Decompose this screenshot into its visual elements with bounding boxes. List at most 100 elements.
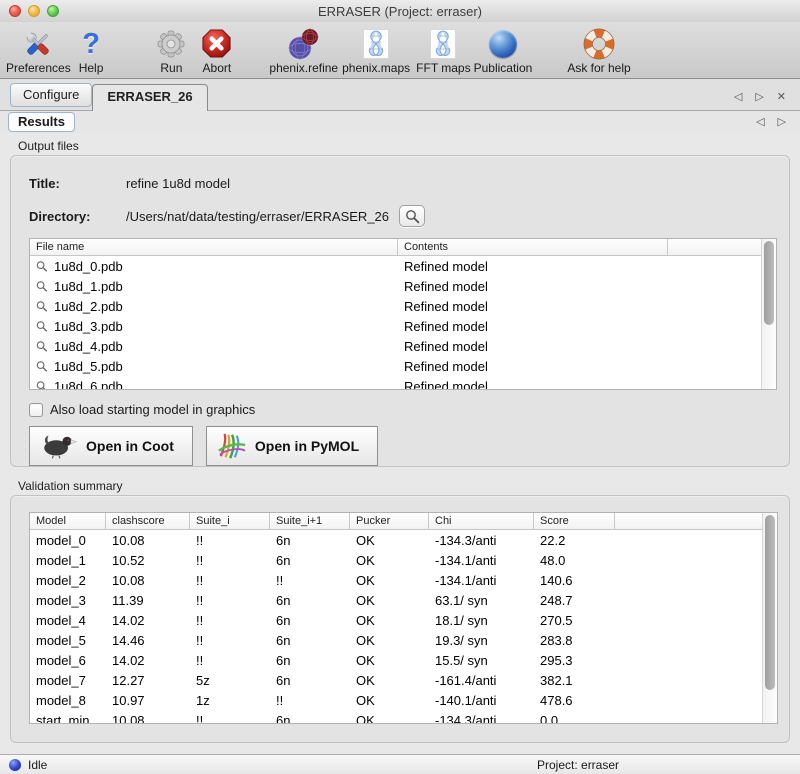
pucker-cell[interactable]: OK	[350, 573, 429, 588]
chi-cell[interactable]: -134.3/anti	[429, 713, 534, 725]
chi-cell[interactable]: -134.3/anti	[429, 533, 534, 548]
zoom-window-button[interactable]	[47, 5, 59, 17]
file-name-cell[interactable]: 1u8d_6.pdb	[30, 379, 398, 391]
suite-i1-cell[interactable]: 6n	[270, 593, 350, 608]
chi-cell[interactable]: -134.1/anti	[429, 553, 534, 568]
tab-results[interactable]: Results	[8, 112, 75, 132]
file-name-cell[interactable]: 1u8d_5.pdb	[30, 359, 398, 374]
pucker-cell[interactable]: OK	[350, 613, 429, 628]
chi-cell[interactable]: -161.4/anti	[429, 673, 534, 688]
clashscore-cell[interactable]: 14.02	[106, 613, 190, 628]
suite-i-cell[interactable]: 1z	[190, 693, 270, 708]
column-header-blank[interactable]	[668, 239, 776, 256]
score-cell[interactable]: 48.0	[534, 553, 615, 568]
column-header-suite-i[interactable]: Suite_i	[190, 513, 270, 530]
column-header-model[interactable]: Model	[30, 513, 106, 530]
clashscore-cell[interactable]: 10.08	[106, 713, 190, 725]
pucker-cell[interactable]: OK	[350, 713, 429, 725]
clashscore-cell[interactable]: 14.46	[106, 633, 190, 648]
score-cell[interactable]: 0.0	[534, 713, 615, 725]
suite-i-cell[interactable]: !!	[190, 553, 270, 568]
column-header-clashscore[interactable]: clashscore	[106, 513, 190, 530]
column-header-file-name[interactable]: File name	[30, 239, 398, 256]
chi-cell[interactable]: 15.5/ syn	[429, 653, 534, 668]
score-cell[interactable]: 270.5	[534, 613, 615, 628]
contents-cell[interactable]: Refined model	[398, 279, 668, 294]
clashscore-cell[interactable]: 10.97	[106, 693, 190, 708]
suite-i1-cell[interactable]: 6n	[270, 553, 350, 568]
model-cell[interactable]: model_5	[30, 633, 106, 648]
suite-i-cell[interactable]: !!	[190, 593, 270, 608]
column-header-blank[interactable]	[615, 513, 777, 530]
chi-cell[interactable]: -134.1/anti	[429, 573, 534, 588]
chi-cell[interactable]: 63.1/ syn	[429, 593, 534, 608]
suite-i-cell[interactable]: !!	[190, 713, 270, 725]
load-starting-model-checkbox[interactable]	[29, 403, 43, 417]
pucker-cell[interactable]: OK	[350, 673, 429, 688]
file-row[interactable]: 1u8d_0.pdbRefined model	[30, 256, 776, 276]
toolbar-button-ask-for-help[interactable]: Ask for help	[567, 27, 630, 75]
file-row[interactable]: 1u8d_5.pdbRefined model	[30, 356, 776, 376]
pucker-cell[interactable]: OK	[350, 553, 429, 568]
file-name-cell[interactable]: 1u8d_4.pdb	[30, 339, 398, 354]
score-cell[interactable]: 295.3	[534, 653, 615, 668]
validation-row[interactable]: model_311.39!!6nOK63.1/ syn248.7	[30, 590, 777, 610]
chi-cell[interactable]: 19.3/ syn	[429, 633, 534, 648]
toolbar-button-run[interactable]: Run	[155, 27, 187, 75]
tab-next-icon[interactable]: ▷	[755, 92, 763, 102]
column-header-contents[interactable]: Contents	[398, 239, 668, 256]
validation-row[interactable]: model_010.08!!6nOK-134.3/anti22.2	[30, 530, 777, 550]
suite-i1-cell[interactable]: 6n	[270, 613, 350, 628]
toolbar-button-abort[interactable]: Abort	[201, 27, 232, 75]
close-window-button[interactable]	[9, 5, 21, 17]
browse-directory-button[interactable]	[399, 205, 425, 227]
file-row[interactable]: 1u8d_6.pdbRefined model	[30, 376, 776, 390]
suite-i-cell[interactable]: 5z	[190, 673, 270, 688]
score-cell[interactable]: 382.1	[534, 673, 615, 688]
column-header-chi[interactable]: Chi	[429, 513, 534, 530]
model-cell[interactable]: model_3	[30, 593, 106, 608]
tab-configure[interactable]: Configure	[10, 83, 92, 107]
scrollbar-thumb[interactable]	[764, 241, 774, 325]
pucker-cell[interactable]: OK	[350, 693, 429, 708]
contents-cell[interactable]: Refined model	[398, 359, 668, 374]
validation-row[interactable]: model_414.02!!6nOK18.1/ syn270.5	[30, 610, 777, 630]
pucker-cell[interactable]: OK	[350, 593, 429, 608]
model-cell[interactable]: model_4	[30, 613, 106, 628]
column-header-suite-i1[interactable]: Suite_i+1	[270, 513, 350, 530]
suite-i-cell[interactable]: !!	[190, 533, 270, 548]
titlebar[interactable]: ERRASER (Project: erraser)	[0, 0, 800, 22]
file-row[interactable]: 1u8d_3.pdbRefined model	[30, 316, 776, 336]
pucker-cell[interactable]: OK	[350, 633, 429, 648]
clashscore-cell[interactable]: 14.02	[106, 653, 190, 668]
file-row[interactable]: 1u8d_1.pdbRefined model	[30, 276, 776, 296]
toolbar-button-phenix-refine[interactable]: phenix.refine	[269, 27, 338, 75]
score-cell[interactable]: 248.7	[534, 593, 615, 608]
score-cell[interactable]: 478.6	[534, 693, 615, 708]
subtab-next-icon[interactable]: ▷	[778, 117, 786, 127]
pucker-cell[interactable]: OK	[350, 533, 429, 548]
open-in-pymol-button[interactable]: Open in PyMOL	[206, 426, 378, 466]
validation-row[interactable]: model_210.08!!!!OK-134.1/anti140.6	[30, 570, 777, 590]
validation-row[interactable]: start_min10.08!!6nOK-134.3/anti0.0	[30, 710, 777, 724]
column-header-pucker[interactable]: Pucker	[350, 513, 429, 530]
model-cell[interactable]: model_1	[30, 553, 106, 568]
suite-i1-cell[interactable]: 6n	[270, 653, 350, 668]
suite-i-cell[interactable]: !!	[190, 573, 270, 588]
model-cell[interactable]: model_8	[30, 693, 106, 708]
file-name-cell[interactable]: 1u8d_1.pdb	[30, 279, 398, 294]
column-header-score[interactable]: Score	[534, 513, 615, 530]
suite-i1-cell[interactable]: 6n	[270, 533, 350, 548]
clashscore-cell[interactable]: 12.27	[106, 673, 190, 688]
model-cell[interactable]: model_6	[30, 653, 106, 668]
tab-close-icon[interactable]: ✕	[777, 92, 786, 102]
minimize-window-button[interactable]	[28, 5, 40, 17]
suite-i-cell[interactable]: !!	[190, 613, 270, 628]
score-cell[interactable]: 283.8	[534, 633, 615, 648]
toolbar-button-publication[interactable]: Publication	[474, 27, 533, 75]
suite-i1-cell[interactable]: 6n	[270, 633, 350, 648]
suite-i-cell[interactable]: !!	[190, 633, 270, 648]
contents-cell[interactable]: Refined model	[398, 339, 668, 354]
chi-cell[interactable]: -140.1/anti	[429, 693, 534, 708]
file-name-cell[interactable]: 1u8d_3.pdb	[30, 319, 398, 334]
